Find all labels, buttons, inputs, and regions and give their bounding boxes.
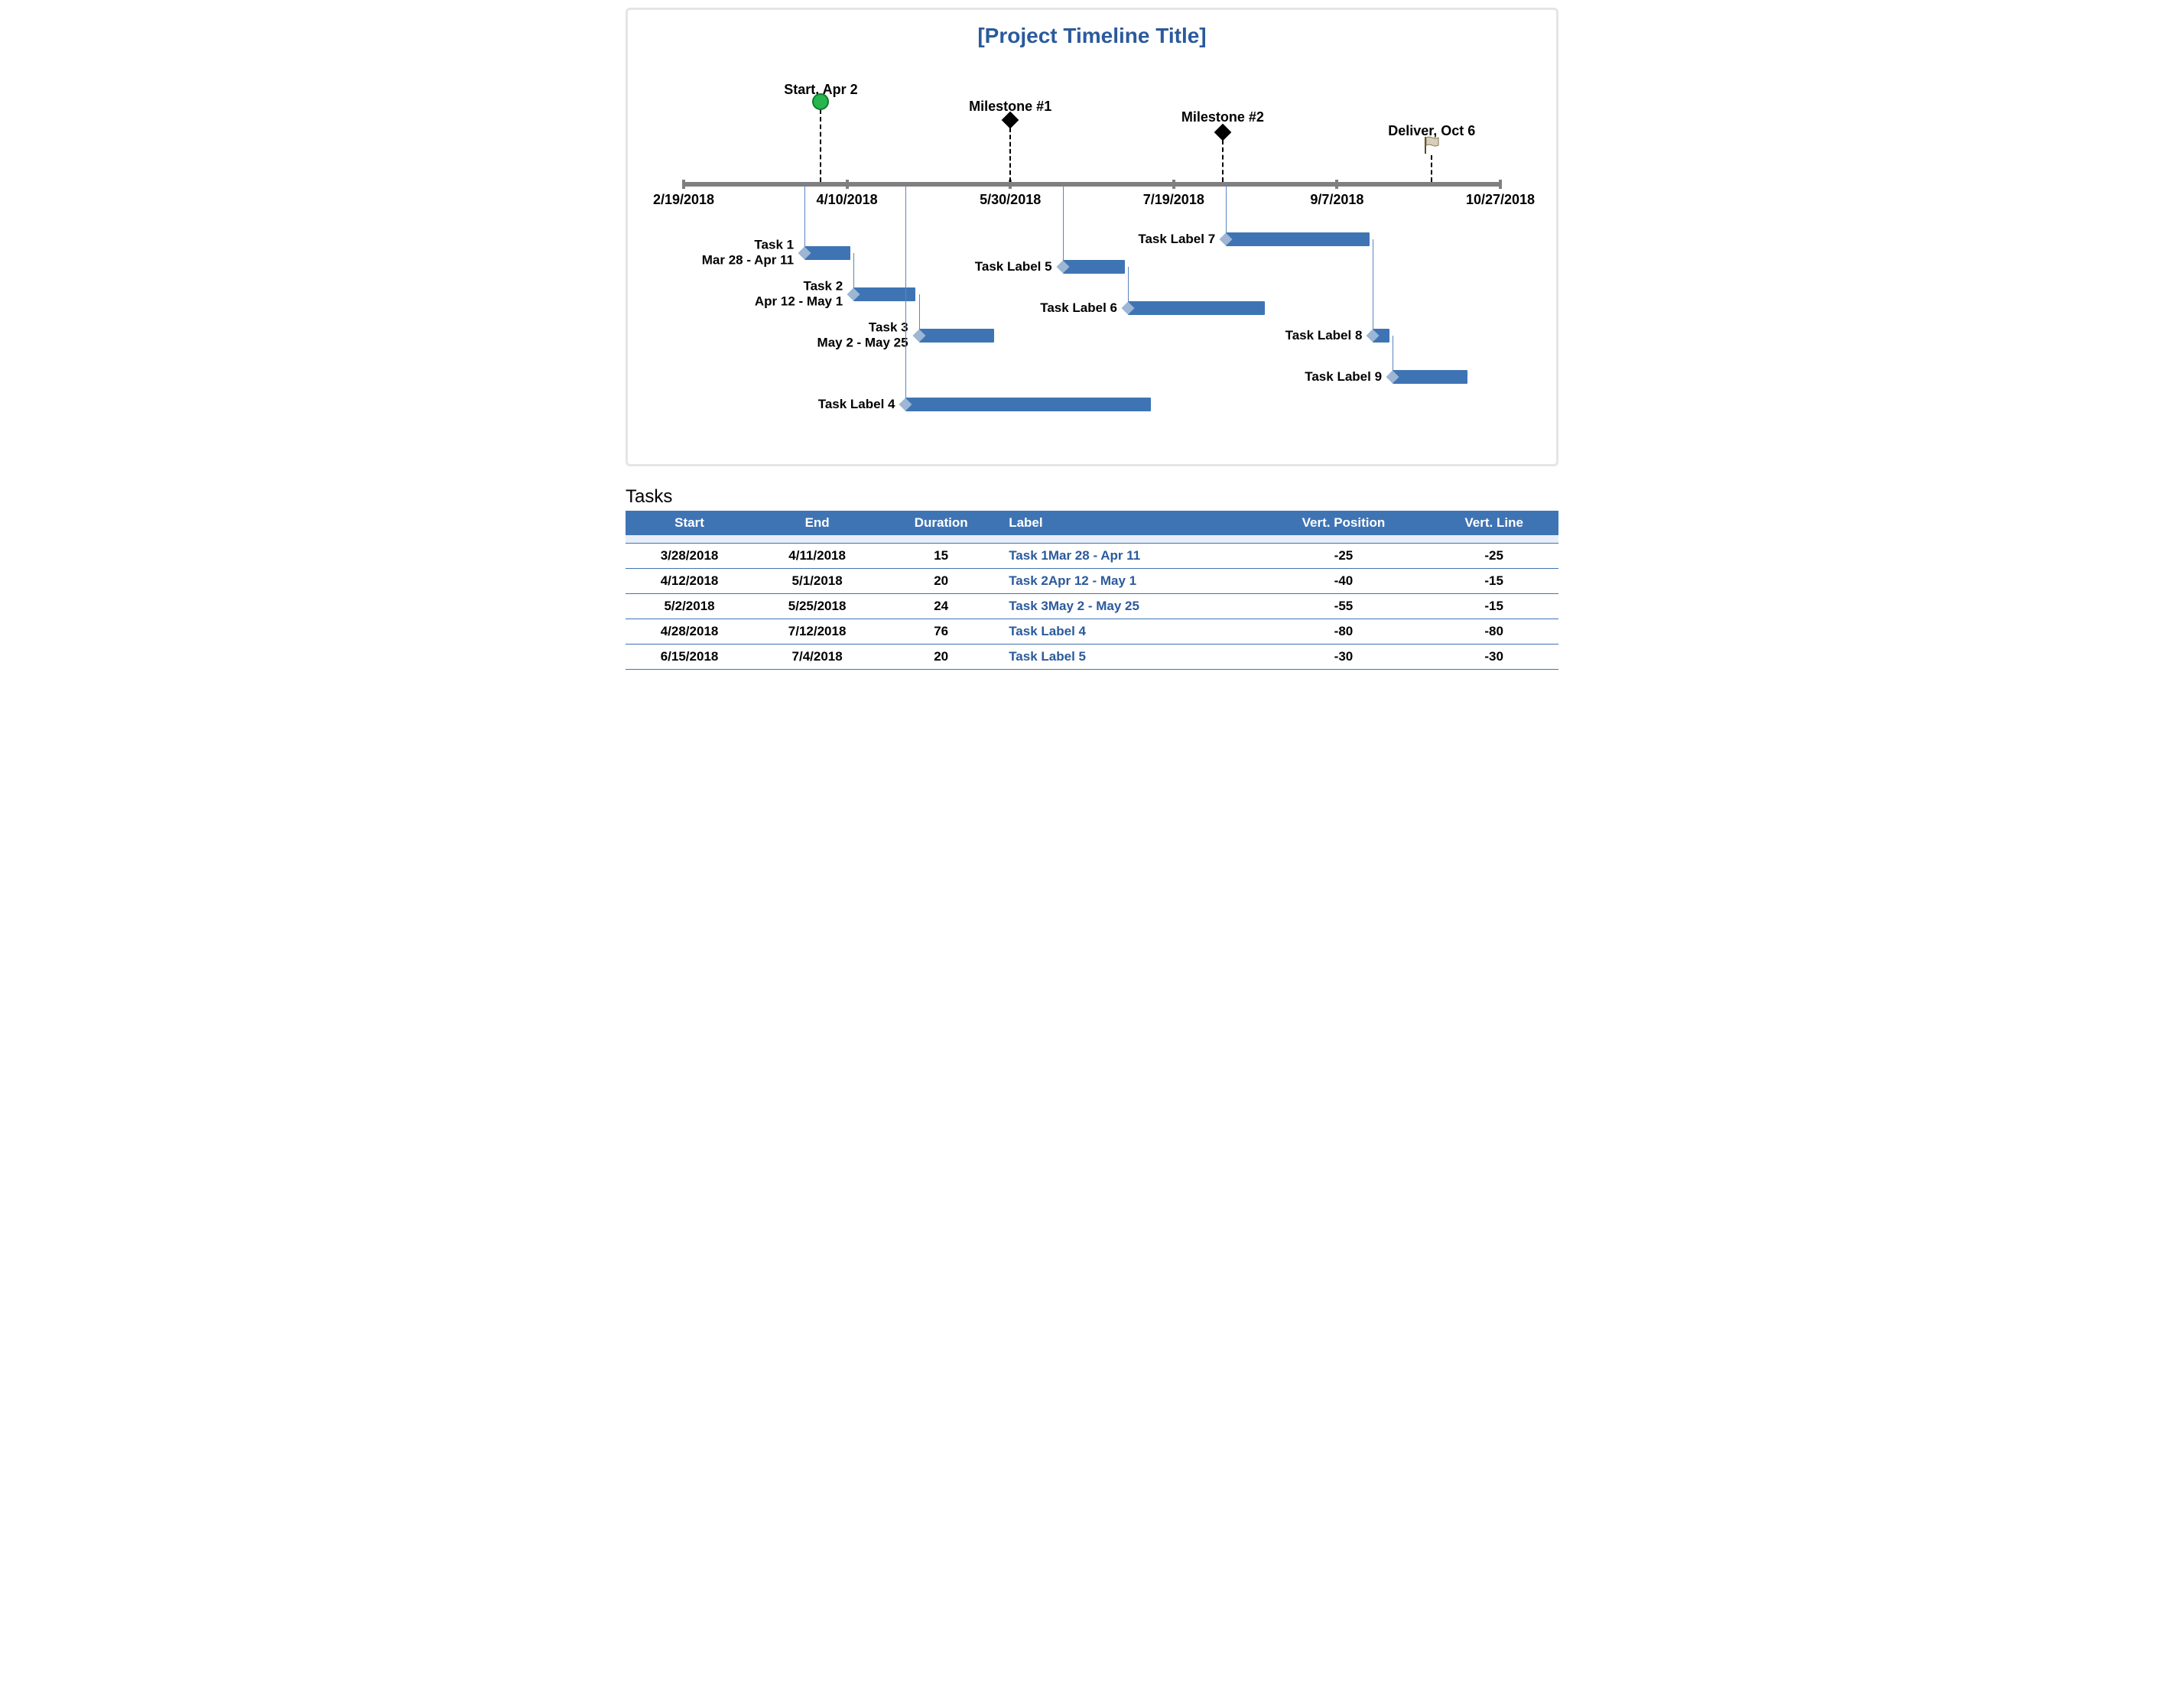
axis-tick <box>1499 180 1502 189</box>
axis-tick <box>682 180 685 189</box>
table-cell: -15 <box>1429 594 1558 619</box>
col-label: Label <box>1001 511 1257 535</box>
milestone-leader <box>1222 140 1224 182</box>
table-row: 4/28/20187/12/201876Task Label 4-80-80 <box>626 619 1558 645</box>
axis-tick <box>1172 180 1175 189</box>
task-label: Task Label 4 <box>818 397 902 412</box>
table-cell: -25 <box>1258 544 1430 569</box>
task-bar <box>1063 260 1125 274</box>
start-circle-icon <box>812 93 829 110</box>
table-cell: 5/25/2018 <box>753 594 881 619</box>
table-row: 6/15/20187/4/201820Task Label 5-30-30 <box>626 645 1558 670</box>
task-bar <box>919 329 994 343</box>
table-cell: Task Label 4 <box>1001 619 1257 645</box>
table-cell: -25 <box>1429 544 1558 569</box>
task-leader <box>1226 184 1227 239</box>
milestone-diamond-icon <box>1214 124 1232 141</box>
task-label: Task Label 9 <box>1305 369 1388 385</box>
table-cell: -40 <box>1258 569 1430 594</box>
table-cell: Task Label 5 <box>1001 645 1257 670</box>
timeline-axis <box>684 182 1500 187</box>
task-bar <box>1128 301 1265 315</box>
table-cell: 76 <box>881 619 1001 645</box>
milestone-leader <box>1431 155 1432 182</box>
table-cell: 6/15/2018 <box>626 645 753 670</box>
task-label: Task Label 8 <box>1285 328 1369 343</box>
axis-tick-label: 4/10/2018 <box>817 192 878 208</box>
table-cell: 5/2/2018 <box>626 594 753 619</box>
table-cell: 20 <box>881 569 1001 594</box>
axis-tick-label: 5/30/2018 <box>980 192 1041 208</box>
task-label: Task 1 Mar 28 - Apr 11 <box>702 238 800 269</box>
task-leader <box>1063 184 1064 267</box>
table-row: 4/12/20185/1/201820Task 2Apr 12 - May 1-… <box>626 569 1558 594</box>
table-cell: 4/11/2018 <box>753 544 881 569</box>
table-cell: -80 <box>1258 619 1430 645</box>
table-cell: 4/12/2018 <box>626 569 753 594</box>
milestone-leader <box>1009 128 1011 182</box>
axis-tick <box>846 180 849 189</box>
task-bar <box>804 246 850 260</box>
table-cell: Task 2Apr 12 - May 1 <box>1001 569 1257 594</box>
table-cell: 15 <box>881 544 1001 569</box>
tasks-table: Start End Duration Label Vert. Position … <box>626 511 1558 670</box>
axis-tick <box>1335 180 1338 189</box>
table-cell: -30 <box>1429 645 1558 670</box>
col-duration: Duration <box>881 511 1001 535</box>
table-cell: -80 <box>1429 619 1558 645</box>
col-vl: Vert. Line <box>1429 511 1558 535</box>
timeline-chart-frame: [Project Timeline Title] 2/19/2018 4/10/2… <box>626 8 1558 466</box>
table-cell: 24 <box>881 594 1001 619</box>
table-cell: 7/12/2018 <box>753 619 881 645</box>
task-leader <box>804 184 805 253</box>
task-label: Task 3 May 2 - May 25 <box>817 320 915 352</box>
task-bar <box>905 398 1150 411</box>
table-cell: Task 3May 2 - May 25 <box>1001 594 1257 619</box>
axis-tick-label: 10/27/2018 <box>1466 192 1535 208</box>
chart-plot-area: 2/19/2018 4/10/2018 5/30/2018 7/19/2018 9/7/… <box>642 54 1542 452</box>
table-spacer-row <box>626 535 1558 544</box>
flag-icon <box>1422 135 1441 159</box>
tasks-header-row: Start End Duration Label Vert. Position … <box>626 511 1558 535</box>
chart-title: [Project Timeline Title] <box>642 24 1542 48</box>
col-end: End <box>753 511 881 535</box>
milestone-leader <box>820 109 821 182</box>
task-label: Task 2 Apr 12 - May 1 <box>755 279 849 310</box>
table-cell: -30 <box>1258 645 1430 670</box>
table-cell: 7/4/2018 <box>753 645 881 670</box>
table-cell: -55 <box>1258 594 1430 619</box>
table-cell: 4/28/2018 <box>626 619 753 645</box>
table-cell: -15 <box>1429 569 1558 594</box>
table-cell: 5/1/2018 <box>753 569 881 594</box>
table-row: 5/2/20185/25/201824Task 3May 2 - May 25-… <box>626 594 1558 619</box>
axis-tick-label: 9/7/2018 <box>1310 192 1363 208</box>
task-label: Task Label 7 <box>1138 232 1221 247</box>
task-leader <box>905 184 906 404</box>
task-bar <box>1393 370 1467 384</box>
axis-tick-label: 7/19/2018 <box>1143 192 1204 208</box>
task-bar <box>1226 232 1370 246</box>
task-label: Task Label 6 <box>1040 300 1123 316</box>
col-vp: Vert. Position <box>1258 511 1430 535</box>
task-label: Task Label 5 <box>975 259 1058 274</box>
table-cell: 3/28/2018 <box>626 544 753 569</box>
tasks-heading: Tasks <box>626 486 1558 508</box>
table-cell: Task 1Mar 28 - Apr 11 <box>1001 544 1257 569</box>
axis-tick-label: 2/19/2018 <box>653 192 714 208</box>
table-cell: 20 <box>881 645 1001 670</box>
col-start: Start <box>626 511 753 535</box>
table-row: 3/28/20184/11/201815Task 1Mar 28 - Apr 1… <box>626 544 1558 569</box>
